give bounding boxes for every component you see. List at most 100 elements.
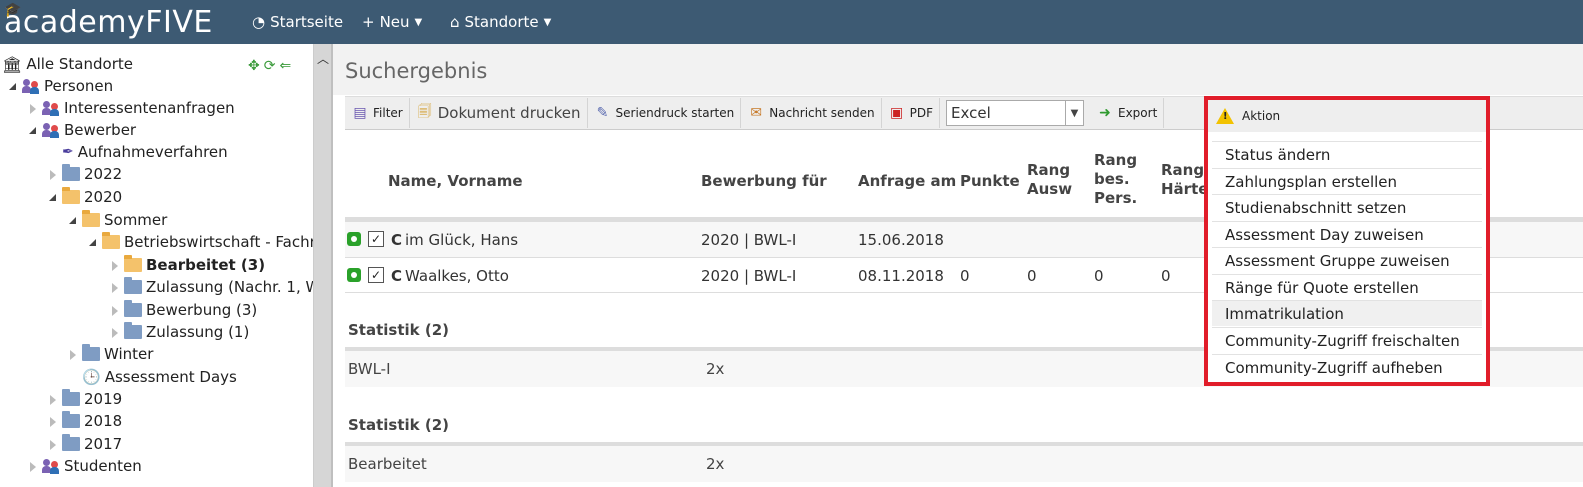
refresh-icon[interactable]: ⟳ — [264, 58, 276, 74]
column-header-rank-hardship[interactable]: Rang Härte — [1161, 161, 1208, 199]
collapsed-arrow-icon[interactable] — [48, 169, 58, 180]
row-checkbox[interactable]: ✓ — [368, 231, 384, 247]
collapsed-arrow-icon[interactable] — [110, 260, 120, 271]
column-header-rank-personal[interactable]: Rang bes. Pers. — [1094, 151, 1137, 208]
collapse-panel-icon[interactable]: ⇐ — [279, 58, 291, 74]
nav-label: Neu — [379, 13, 410, 31]
nav-standorte[interactable]: ⌂ Standorte ▼ — [450, 0, 551, 44]
tree-label: 2017 — [84, 435, 123, 453]
expanded-arrow-icon[interactable] — [68, 215, 78, 225]
export-button[interactable]: ➜ Export — [1090, 98, 1165, 128]
menu-item-raenge-quote[interactable]: Ränge für Quote erstellen — [1212, 274, 1482, 300]
folder-open-icon — [124, 255, 142, 272]
nav-startseite[interactable]: ◔ Startseite — [252, 0, 343, 44]
folder-icon — [124, 300, 142, 317]
print-document-button[interactable]: 🗐 Dokument drucken — [410, 98, 588, 128]
serial-print-button[interactable]: ✎ Seriendruck starten — [588, 98, 742, 128]
tree-item-winter[interactable]: Winter — [68, 343, 153, 365]
tree-scrollbar[interactable]: ︿ — [313, 44, 331, 487]
tree-item-2022[interactable]: 2022 — [48, 163, 122, 185]
button-label: Aktion — [1242, 109, 1281, 123]
aktion-button[interactable]: Aktion — [1208, 100, 1486, 132]
button-label: Filter — [373, 106, 403, 120]
collapsed-arrow-icon[interactable] — [110, 305, 120, 316]
logo-text: academyFIVE — [4, 4, 213, 40]
tree-item-zulassung[interactable]: Zulassung (1) — [110, 321, 249, 343]
statistics-value: 2x — [706, 455, 725, 473]
plus-icon: + — [362, 13, 375, 31]
collapsed-arrow-icon[interactable] — [110, 327, 120, 338]
row-checkbox[interactable]: ✓ — [368, 267, 384, 283]
expand-all-icon[interactable]: ✥ — [248, 58, 260, 74]
menu-item-assessment-gruppe[interactable]: Assessment Gruppe zuweisen — [1212, 247, 1482, 273]
chevron-up-icon[interactable]: ︿ — [317, 50, 329, 67]
tree-item-aufnahmeverfahren[interactable]: ✒ Aufnahmeverfahren — [62, 141, 228, 163]
menu-item-community-aufheben[interactable]: Community-Zugriff aufheben — [1212, 354, 1482, 380]
tree-item-zulassung-nachr[interactable]: Zulassung (Nachr. 1, War — [110, 276, 313, 298]
menu-item-studienabschnitt[interactable]: Studienabschnitt setzen — [1212, 194, 1482, 220]
building-icon: 🏛 — [2, 54, 23, 74]
tree-item-betriebswirtschaft[interactable]: Betriebswirtschaft - Fachrich — [88, 231, 313, 253]
quill-icon: ✒ — [62, 144, 74, 160]
menu-item-immatrikulation[interactable]: Immatrikulation — [1212, 300, 1482, 326]
filter-button[interactable]: ▤ Filter — [345, 98, 410, 128]
column-header-request[interactable]: Anfrage am — [858, 172, 956, 191]
tree-item-2020[interactable]: 2020 — [48, 186, 122, 208]
tree-item-alle-standorte[interactable]: 🏛 Alle Standorte — [2, 53, 133, 75]
tree-label: Bearbeitet (3) — [146, 256, 266, 274]
tree-item-studenten[interactable]: Studenten — [28, 455, 142, 477]
select-value: Excel — [951, 104, 991, 122]
collapsed-arrow-icon[interactable] — [68, 349, 78, 360]
name-prefix: C — [391, 267, 403, 285]
folder-open-icon — [82, 210, 100, 227]
person-name-link[interactable]: Waalkes, Otto — [405, 267, 509, 285]
caret-down-icon: ▼ — [543, 16, 552, 28]
menu-item-assessment-day[interactable]: Assessment Day zuweisen — [1212, 221, 1482, 247]
collapsed-arrow-icon[interactable] — [110, 282, 120, 293]
collapsed-arrow-icon[interactable] — [28, 461, 38, 472]
collapsed-arrow-icon[interactable] — [28, 103, 38, 114]
column-header-name[interactable]: Name, Vorname — [388, 172, 523, 191]
expanded-arrow-icon[interactable] — [8, 81, 18, 91]
send-message-button[interactable]: ✉ Nachricht senden — [741, 98, 882, 128]
export-format-select[interactable]: Excel ▼ — [946, 100, 1084, 126]
expanded-arrow-icon[interactable] — [28, 125, 38, 135]
tree-label: Alle Standorte — [26, 55, 133, 73]
folder-open-icon — [62, 187, 80, 204]
expanded-arrow-icon[interactable] — [88, 237, 98, 247]
app-logo[interactable]: 🎓 academyFIVE — [4, 2, 213, 40]
tree-item-assessment-days[interactable]: 🕒 Assessment Days — [82, 366, 237, 388]
pdf-button[interactable]: ▣ PDF — [882, 98, 940, 128]
tree-item-sommer[interactable]: Sommer — [68, 209, 167, 231]
menu-item-status-aendern[interactable]: Status ändern — [1212, 141, 1482, 167]
nav-neu[interactable]: + Neu ▼ — [362, 0, 422, 44]
tree-item-2019[interactable]: 2019 — [48, 388, 122, 410]
tree-label: Sommer — [104, 211, 168, 229]
tree-label: 2018 — [84, 412, 123, 430]
tree-item-interessentenanfragen[interactable]: Interessentenanfragen — [28, 97, 235, 119]
page-title: Suchergebnis — [345, 59, 488, 83]
collapsed-arrow-icon[interactable] — [48, 416, 58, 427]
tree-item-bearbeitet[interactable]: Bearbeitet (3) — [110, 254, 265, 276]
tree-item-2017[interactable]: 2017 — [48, 433, 122, 455]
main-header: Suchergebnis — [333, 44, 1583, 95]
warning-icon — [1216, 108, 1234, 124]
tree-item-bewerber[interactable]: Bewerber — [28, 119, 136, 141]
collapsed-arrow-icon[interactable] — [48, 439, 58, 450]
menu-item-community-freischalten[interactable]: Community-Zugriff freischalten — [1212, 327, 1482, 353]
folder-icon — [62, 434, 80, 451]
person-name-link[interactable]: im Glück, Hans — [405, 231, 518, 249]
expanded-arrow-icon[interactable] — [48, 192, 58, 202]
collapsed-arrow-icon[interactable] — [48, 394, 58, 405]
menu-item-zahlungsplan[interactable]: Zahlungsplan erstellen — [1212, 168, 1482, 194]
rank-hardship-cell: 0 — [1161, 267, 1171, 285]
column-header-points[interactable]: Punkte — [960, 172, 1020, 191]
tree-item-bewerbung[interactable]: Bewerbung (3) — [110, 299, 257, 321]
header-line: Pers. — [1094, 189, 1138, 207]
column-header-application[interactable]: Bewerbung für — [701, 172, 827, 191]
top-navbar: 🎓 academyFIVE ◔ Startseite + Neu ▼ ⌂ Sta… — [0, 0, 1583, 44]
tree-item-2018[interactable]: 2018 — [48, 410, 122, 432]
tree-item-personen[interactable]: Personen — [8, 75, 113, 97]
tree-label: Studenten — [64, 457, 142, 475]
column-header-rank-selection[interactable]: Rang Ausw — [1027, 161, 1072, 199]
